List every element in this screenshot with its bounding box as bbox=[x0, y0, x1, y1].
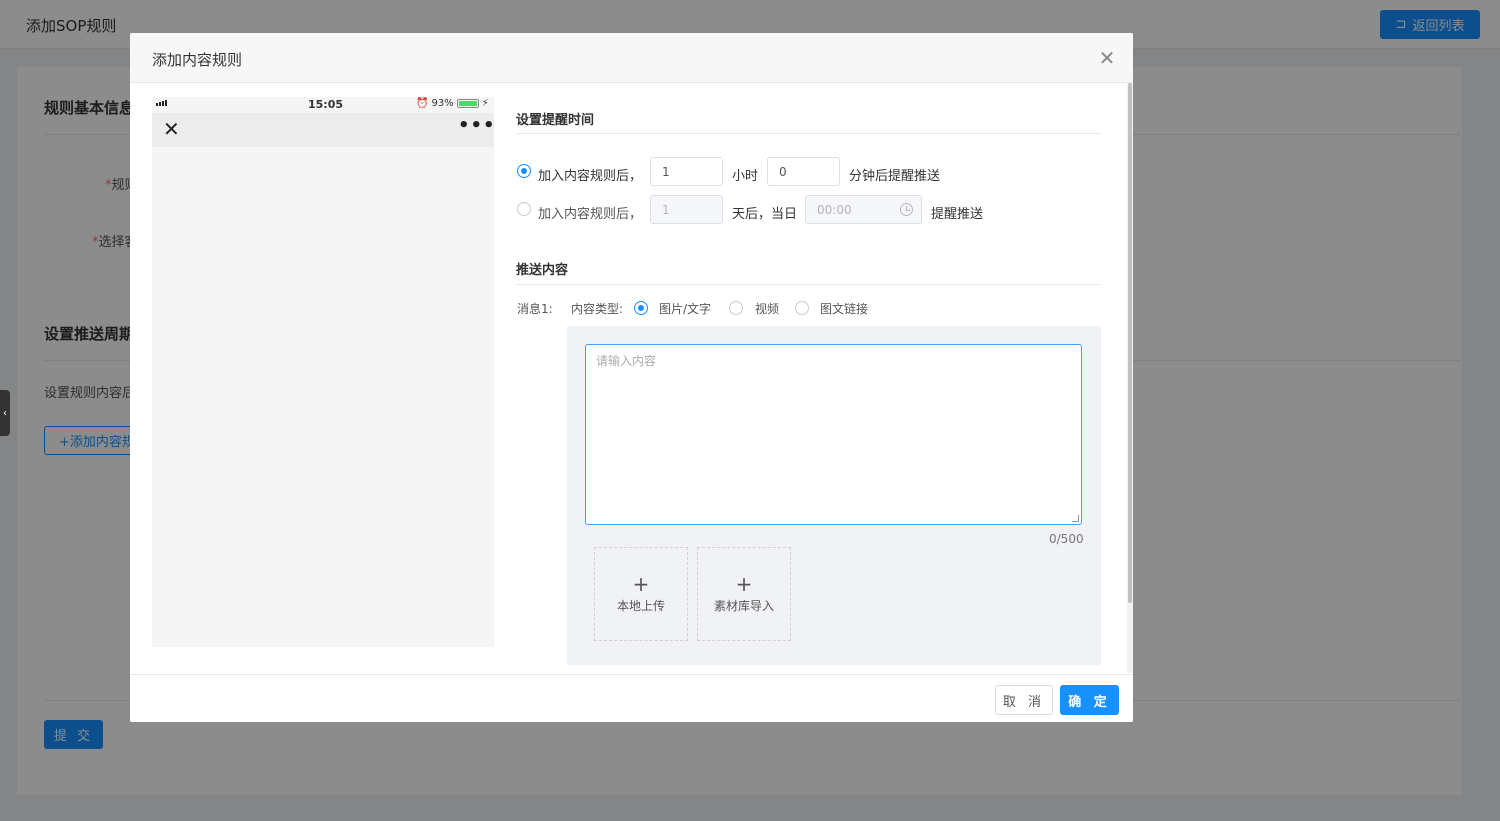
charging-icon: ⚡ bbox=[481, 98, 489, 109]
local-upload-label: 本地上传 bbox=[616, 598, 665, 613]
phone-status-right: ⏰ 93% ⚡ bbox=[416, 98, 489, 109]
radio-video[interactable] bbox=[729, 301, 743, 315]
close-icon: ✕ bbox=[163, 117, 180, 141]
time-picker[interactable]: 00:00 bbox=[805, 195, 922, 224]
phone-time: 15:05 bbox=[308, 98, 344, 111]
textarea-placeholder: 请输入内容 bbox=[596, 354, 657, 368]
add-content-rule-dialog: 添加内容规则 ✕ 15:05 ⏰ 93% ⚡ ✕ ••• 设置提醒时间 加入内容… bbox=[130, 33, 1133, 722]
type-article-link-label: 图文链接 bbox=[820, 302, 869, 316]
clock-icon bbox=[900, 203, 913, 216]
radio-image-text[interactable] bbox=[634, 301, 648, 315]
push-content-section-title: 推送内容 bbox=[516, 263, 569, 278]
days-unit: 天后，当日 bbox=[732, 207, 798, 222]
phone-preview: 15:05 ⏰ 93% ⚡ ✕ ••• bbox=[152, 97, 496, 647]
phone-status-bar: 15:05 ⏰ 93% ⚡ bbox=[152, 97, 494, 113]
hours-input[interactable]: 1 bbox=[650, 157, 723, 186]
close-icon[interactable]: ✕ bbox=[1096, 47, 1118, 69]
divider bbox=[516, 284, 1101, 285]
minutes-input[interactable]: 0 bbox=[767, 157, 840, 186]
resize-handle-icon[interactable] bbox=[1072, 515, 1079, 522]
plus-icon: + bbox=[735, 571, 753, 596]
dialog-header: 添加内容规则 ✕ bbox=[130, 33, 1133, 83]
dialog-footer: 取 消 确 定 bbox=[130, 674, 1133, 722]
chevron-left-icon: ‹ bbox=[3, 407, 7, 419]
more-icon: ••• bbox=[458, 115, 496, 136]
character-counter: 0/500 bbox=[1049, 532, 1084, 546]
message-label: 消息1: bbox=[517, 302, 553, 316]
hours-unit: 小时 bbox=[732, 169, 759, 184]
scrollbar-thumb[interactable] bbox=[1128, 83, 1132, 603]
collapse-handle[interactable]: ‹ bbox=[0, 390, 10, 436]
divider bbox=[516, 133, 1101, 134]
library-import-label: 素材库导入 bbox=[713, 598, 774, 613]
rule-form: 设置提醒时间 加入内容规则后， 1 小时 0 分钟后提醒推送 加入内容规则后， … bbox=[516, 83, 1101, 674]
local-upload-button[interactable]: + 本地上传 bbox=[594, 547, 688, 641]
cancel-button[interactable]: 取 消 bbox=[995, 685, 1053, 715]
battery-percent: 93% bbox=[431, 98, 454, 109]
library-import-button[interactable]: + 素材库导入 bbox=[697, 547, 791, 641]
type-video-label: 视频 bbox=[755, 302, 780, 316]
content-textarea[interactable]: 请输入内容 bbox=[585, 344, 1082, 525]
confirm-button[interactable]: 确 定 bbox=[1060, 685, 1119, 715]
dialog-title: 添加内容规则 bbox=[152, 51, 243, 69]
dialog-body: 15:05 ⏰ 93% ⚡ ✕ ••• 设置提醒时间 加入内容规则后， 1 小时 bbox=[130, 83, 1133, 674]
content-type-label: 内容类型: bbox=[571, 302, 624, 316]
message-content-panel: 请输入内容 0/500 + 本地上传 + 素材库导入 bbox=[567, 326, 1101, 665]
dialog-scrollbar[interactable] bbox=[1127, 83, 1133, 673]
option2-suffix: 提醒推送 bbox=[931, 207, 984, 222]
type-image-text-label: 图片/文字 bbox=[659, 302, 712, 316]
option1-suffix: 分钟后提醒推送 bbox=[849, 169, 941, 184]
alarm-icon: ⏰ bbox=[416, 98, 429, 109]
remind-time-section-title: 设置提醒时间 bbox=[516, 113, 595, 128]
signal-icon bbox=[156, 100, 167, 106]
time-picker-value: 00:00 bbox=[817, 202, 852, 217]
option2-prefix: 加入内容规则后， bbox=[538, 207, 643, 222]
battery-icon bbox=[456, 99, 479, 108]
radio-article-link[interactable] bbox=[795, 301, 809, 315]
option1-prefix: 加入内容规则后， bbox=[538, 169, 643, 184]
plus-icon: + bbox=[632, 571, 650, 596]
phone-nav-bar: ✕ ••• bbox=[152, 113, 496, 147]
radio-hours-minutes[interactable] bbox=[517, 164, 531, 178]
days-input[interactable]: 1 bbox=[650, 195, 723, 224]
radio-days-time[interactable] bbox=[517, 202, 531, 216]
